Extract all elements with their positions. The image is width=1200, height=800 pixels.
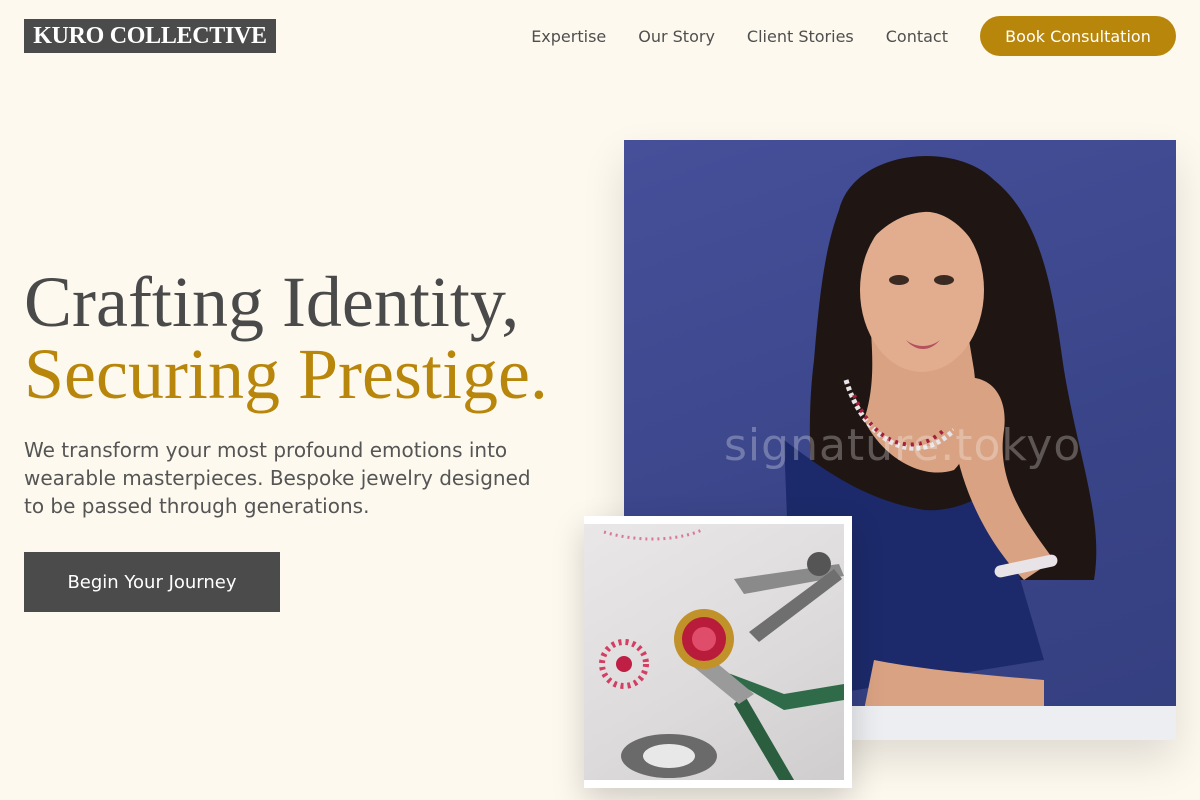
begin-journey-button[interactable]: Begin Your Journey — [24, 552, 280, 612]
hero-lead-text: We transform your most profound emotions… — [24, 438, 531, 518]
book-consultation-button[interactable]: Book Consultation — [980, 16, 1176, 56]
nav-link-client-stories[interactable]: Client Stories — [747, 27, 854, 46]
nav-link-contact[interactable]: Contact — [886, 27, 948, 46]
nav-link-expertise[interactable]: Expertise — [531, 27, 606, 46]
craft-illustration — [599, 527, 844, 780]
headline-line-2: Securing Prestige. — [24, 334, 548, 414]
headline-line-1: Crafting Identity, — [24, 262, 520, 342]
main-nav: Expertise Our Story Client Stories Conta… — [531, 16, 1176, 56]
craft-detail-photo — [584, 524, 844, 780]
hero-headline: Crafting Identity, Securing Prestige. — [24, 266, 548, 410]
image-watermark: signature.tokyo — [724, 420, 1082, 471]
brand-logo[interactable]: KURO COLLECTIVE — [24, 19, 276, 53]
craft-detail-image — [584, 516, 852, 788]
nav-link-our-story[interactable]: Our Story — [638, 27, 715, 46]
